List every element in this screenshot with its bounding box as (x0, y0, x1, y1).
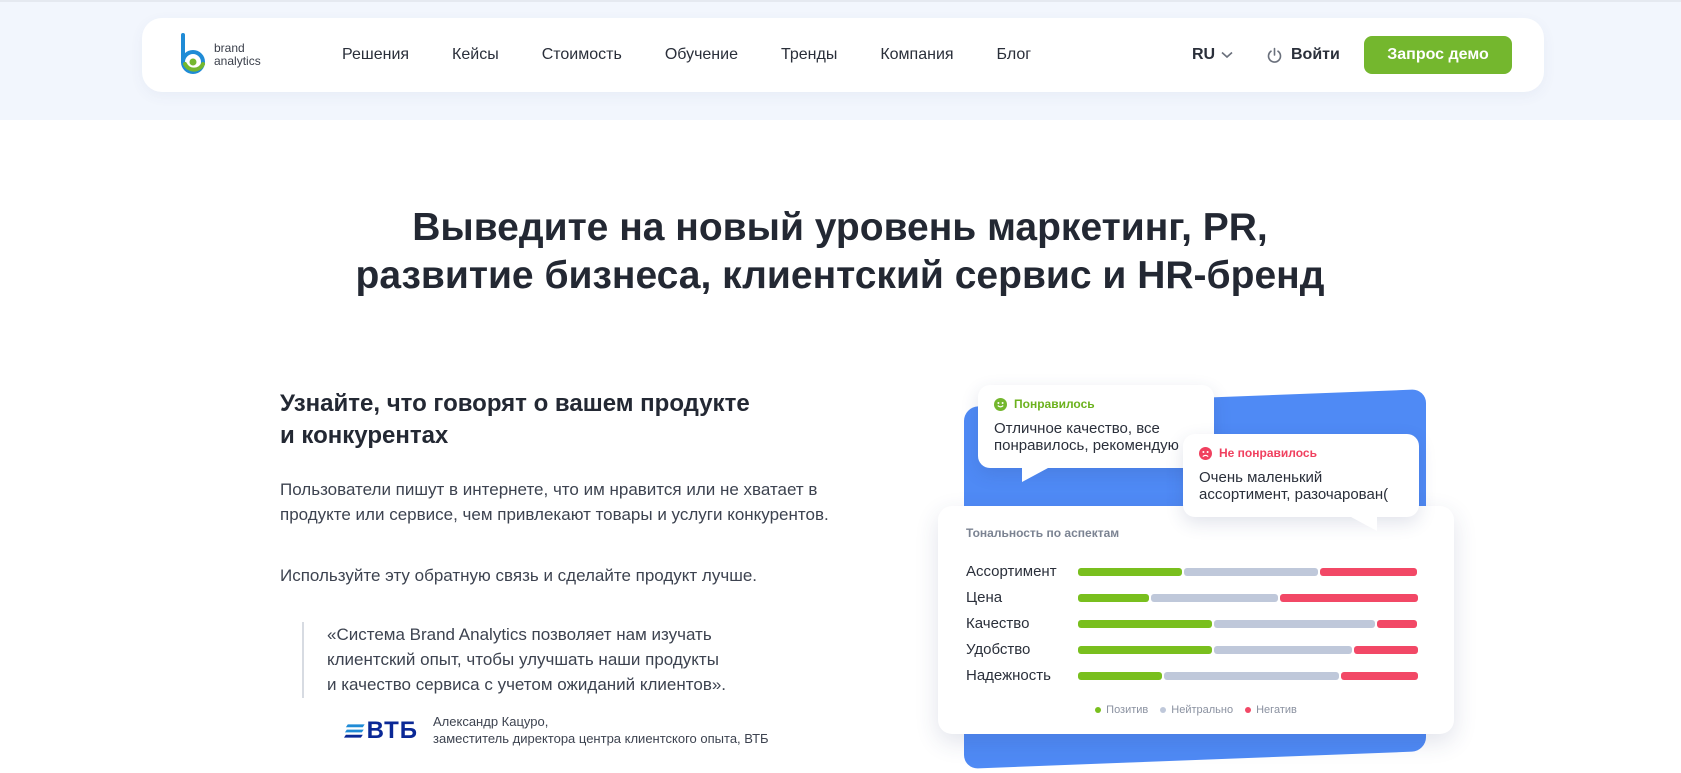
language-label: RU (1192, 46, 1216, 63)
aspect-row: Ассортимент (966, 562, 1436, 582)
section-title-line2: и конкурентах (280, 422, 449, 449)
aspect-row: Удобство (966, 640, 1436, 660)
bar-segment-positive (1078, 594, 1149, 602)
aspect-label: Ассортимент (966, 563, 1057, 580)
author-name: Александр Кацуро, (433, 714, 549, 729)
bar-segment-neutral (1150, 594, 1279, 602)
request-demo-button[interactable]: Запрос демо (1364, 36, 1512, 74)
bar-segment-negative (1320, 568, 1417, 576)
hero-title: Выведите на новый уровень маркетинг, PR,… (240, 204, 1440, 300)
testimonial-author: Александр Кацуро, заместитель директора … (433, 713, 853, 747)
aspect-label: Цена (966, 589, 1003, 606)
hero-title-line2: развитие бизнеса, клиентский сервис и HR… (355, 254, 1325, 297)
section-paragraph-2: Используйте эту обратную связь и сделайт… (280, 566, 758, 585)
bar-segment-positive (1078, 672, 1162, 680)
legend-item-neutral: Нейтрально (1160, 704, 1233, 716)
smile-icon (994, 397, 1007, 411)
legend-label-negative: Негатив (1256, 704, 1297, 716)
brand-logo-icon (181, 33, 205, 74)
nav-item-cases[interactable]: Кейсы (452, 46, 499, 64)
bar-segment-neutral (1184, 568, 1318, 576)
section-title: Узнайте, что говорят о вашем продукте и … (280, 388, 840, 452)
nav-item-training[interactable]: Обучение (665, 46, 738, 64)
aspect-card-title: Тональность по аспектам (966, 526, 1120, 540)
aspect-row: Качество (966, 614, 1436, 634)
aspect-bar (1078, 646, 1418, 654)
bubble-header-negative: Не понравилось (1199, 446, 1317, 460)
main-nav: Решения Кейсы Стоимость Обучение Тренды … (342, 18, 1074, 92)
brand-logo[interactable]: brand analytics (176, 32, 286, 78)
vtb-stripes-icon (344, 724, 365, 738)
section-title-line1: Узнайте, что говорят о вашем продукте (280, 390, 750, 417)
login-label: Войти (1291, 46, 1340, 63)
quote-line-2: клиентский опыт, чтобы улучшать наши про… (327, 650, 719, 669)
nav-item-blog[interactable]: Блог (997, 46, 1032, 64)
bar-segment-positive (1078, 620, 1212, 628)
quote-divider (302, 622, 304, 698)
vtb-logo-text: ВТБ (366, 717, 418, 744)
aspect-bar (1078, 672, 1418, 680)
hero-title-line1: Выведите на новый уровень маркетинг, PR, (412, 206, 1268, 249)
language-selector[interactable]: RU (1192, 18, 1233, 92)
logo-line-analytics: analytics (214, 54, 261, 68)
login-link[interactable]: Войти (1266, 18, 1340, 92)
aspect-row: Цена (966, 588, 1436, 608)
power-icon (1267, 47, 1282, 63)
author-position: заместитель директора центра клиентского… (433, 731, 769, 746)
bar-segment-positive (1078, 568, 1182, 576)
bar-segment-negative (1354, 646, 1418, 654)
bar-segment-positive (1078, 646, 1212, 654)
testimonial-quote: «Система Brand Analytics позволяет нам и… (327, 622, 767, 697)
neutral-dot-icon (1160, 707, 1167, 713)
bubble-header-positive: Понравилось (994, 397, 1095, 411)
negative-dot-icon (1245, 707, 1252, 713)
bubble-tail (1351, 517, 1377, 531)
bubble-tail (1022, 468, 1048, 482)
bar-segment-neutral (1214, 646, 1352, 654)
aspect-row: Надежность (966, 666, 1436, 686)
positive-dot-icon (1095, 707, 1102, 713)
review-bubble-positive: Понравилось Отличное качество, все понра… (978, 385, 1214, 482)
sentiment-legend: Позитив Нейтрально Негатив (938, 704, 1454, 716)
aspect-label: Удобство (966, 641, 1031, 658)
bar-segment-neutral (1164, 672, 1339, 680)
bar-segment-negative (1377, 620, 1417, 628)
legend-item-negative: Негатив (1245, 704, 1297, 716)
nav-item-trends[interactable]: Тренды (781, 46, 837, 64)
aspect-bar (1078, 594, 1419, 602)
bar-segment-neutral (1214, 620, 1375, 628)
vtb-logo: ВТБ (344, 716, 418, 746)
nav-item-pricing[interactable]: Стоимость (542, 46, 622, 64)
chevron-down-icon (1221, 51, 1233, 59)
review-bubble-negative: Не понравилось Очень маленький ассортиме… (1183, 434, 1419, 531)
bubble-text-positive: Отличное качество, все понравилось, реко… (994, 420, 1179, 454)
top-border (0, 0, 1681, 2)
section-paragraph-1: Пользователи пишут в интернете, что им н… (280, 480, 829, 524)
sad-face-icon (1199, 446, 1212, 460)
bar-segment-negative (1280, 594, 1419, 602)
aspect-bar (1078, 620, 1418, 628)
aspect-label: Надежность (966, 667, 1051, 684)
bar-segment-negative (1341, 672, 1418, 680)
bubble-label-positive: Понравилось (1014, 397, 1095, 411)
aspect-label: Качество (966, 615, 1030, 632)
bubble-text-negative: Очень маленький ассортимент, разочарован… (1199, 469, 1389, 503)
quote-line-3: и качество сервиса с учетом ожиданий кли… (327, 675, 727, 694)
legend-label-neutral: Нейтрально (1171, 704, 1234, 716)
nav-item-company[interactable]: Компания (880, 46, 953, 64)
quote-line-1: «Система Brand Analytics позволяет нам и… (327, 625, 712, 644)
brand-logo-text: brand analytics (214, 42, 261, 68)
legend-item-positive: Позитив (1095, 704, 1148, 716)
aspect-sentiment-card: Тональность по аспектам Ассортимент Цена К… (938, 506, 1454, 734)
aspect-bar (1078, 568, 1418, 576)
header-bar: brand analytics Решения Кейсы Стоимость … (142, 18, 1544, 92)
bubble-label-negative: Не понравилось (1219, 446, 1317, 460)
nav-item-solutions[interactable]: Решения (342, 46, 409, 64)
legend-label-positive: Позитив (1106, 704, 1149, 716)
